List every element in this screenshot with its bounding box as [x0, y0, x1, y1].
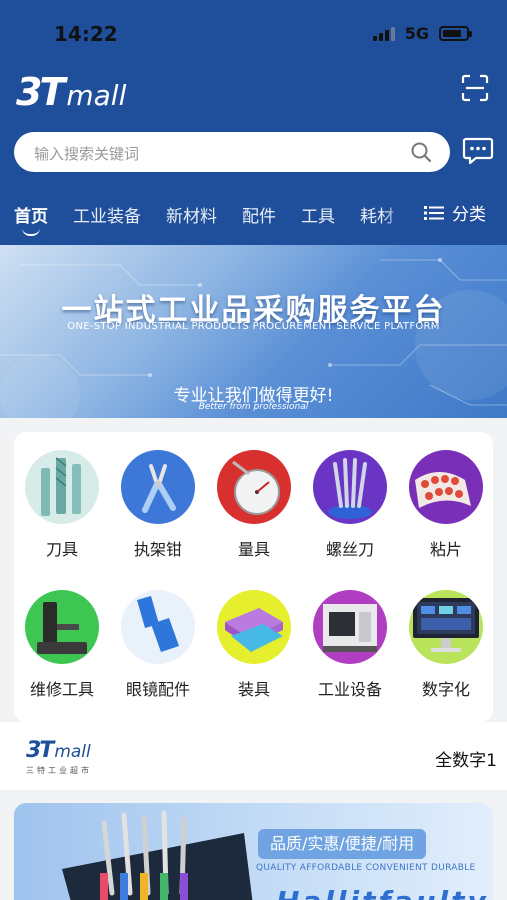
category-label: 工业设备	[317, 680, 382, 699]
category-item-screwdrivers[interactable]: 螺丝刀	[302, 450, 398, 560]
category-label: 量具	[237, 540, 270, 559]
banner-slogan-en: Better from professional	[198, 402, 309, 412]
glasses-pads-icon	[121, 590, 195, 664]
brand-strip: 3T mall 三特工业超市 全数字1	[0, 722, 507, 790]
tab-tools[interactable]: 工具	[301, 202, 335, 227]
tab-accessories[interactable]: 配件	[242, 202, 276, 227]
tray-icon	[217, 590, 291, 664]
category-label: 执架钳	[133, 540, 182, 559]
app-header: 14:22 5G 3T mall 输入搜索关键词 首页 工业装备 新材料 配件 …	[0, 0, 507, 245]
sticker-roll-icon	[409, 450, 483, 524]
brand-logo-cn: 三特工业超市	[26, 766, 92, 775]
category-label: 螺丝刀	[325, 540, 374, 559]
logo-main-text: 3T	[16, 70, 65, 114]
brand-logo[interactable]: 3T mall 三特工业超市	[26, 738, 92, 776]
message-icon[interactable]	[462, 136, 494, 166]
promo-headline: Hallitfaulty	[276, 885, 489, 900]
category-nav: 首页 工业装备 新材料 配件 工具 耗材 分类	[0, 192, 507, 242]
brand-logo-sub: mall	[54, 742, 91, 762]
app-logo: 3T mall	[16, 70, 126, 114]
digital-tab[interactable]: 全数字1	[435, 746, 497, 771]
tab-home[interactable]: 首页	[14, 202, 48, 227]
battery-level	[443, 30, 461, 37]
category-item-measuring-tools[interactable]: 量具	[206, 450, 302, 560]
signal-icon	[372, 26, 395, 41]
screwdriver-set-icon	[313, 450, 387, 524]
tool-set-image	[62, 810, 253, 900]
pliers-icon	[121, 450, 195, 524]
promo-subtitle: QUALITY AFFORDABLE CONVENIENT DURABLE	[256, 863, 476, 873]
category-item-digital[interactable]: 数字化	[398, 590, 494, 700]
active-tab-indicator	[22, 228, 40, 236]
category-label: 数字化	[421, 680, 470, 699]
category-item-trays[interactable]: 装具	[206, 590, 302, 700]
hero-banner[interactable]: 一站式工业品采购服务平台 ONE-STOP INDUSTRIAL PRODUCT…	[0, 245, 507, 418]
category-label: 分类	[452, 205, 486, 225]
list-icon	[424, 205, 444, 220]
end-mill-icon	[25, 450, 99, 524]
category-item-cutting-tools[interactable]: 刀具	[14, 450, 110, 560]
status-time: 14:22	[54, 22, 118, 46]
monitor-icon	[409, 590, 483, 664]
brand-logo-main: 3T	[26, 738, 54, 763]
search-icon[interactable]	[410, 141, 432, 163]
category-label: 维修工具	[29, 680, 94, 699]
category-item-pliers[interactable]: 执架钳	[110, 450, 206, 560]
promo-banner[interactable]: 品质/实惠/便捷/耐用 QUALITY AFFORDABLE CONVENIEN…	[14, 803, 493, 900]
status-indicators: 5G	[372, 24, 472, 43]
tab-industrial-equipment[interactable]: 工业装备	[73, 202, 141, 227]
category-label: 装具	[237, 680, 270, 699]
category-item-industrial-equipment[interactable]: 工业设备	[302, 590, 398, 700]
network-type: 5G	[404, 24, 429, 43]
banner-subtitle: ONE-STOP INDUSTRIAL PRODUCTS PROCUREMENT…	[67, 321, 440, 332]
category-item-repair-tools[interactable]: 维修工具	[14, 590, 110, 700]
tab-new-materials[interactable]: 新材料	[166, 202, 217, 227]
cnc-machine-icon	[313, 590, 387, 664]
nav-tabs: 首页 工业装备 新材料 配件 工具 耗材	[14, 202, 410, 236]
nav-fade	[382, 192, 418, 242]
category-card: 刀具 执架钳 量具 螺丝刀 粘片 维修工具 眼镜配件 装具 工业设备 数字化	[14, 432, 493, 722]
dial-gauge-icon	[217, 450, 291, 524]
category-label: 眼镜配件	[125, 680, 190, 699]
search-input[interactable]: 输入搜索关键词	[14, 132, 450, 172]
logo-sub-text: mall	[66, 79, 127, 112]
category-item-glasses-accessories[interactable]: 眼镜配件	[110, 590, 206, 700]
search-placeholder: 输入搜索关键词	[34, 145, 140, 163]
search-row: 输入搜索关键词	[0, 130, 507, 174]
category-item-stickers[interactable]: 粘片	[398, 450, 494, 560]
logo-row: 3T mall	[0, 62, 507, 122]
category-button[interactable]: 分类	[424, 200, 486, 225]
scan-icon[interactable]	[461, 74, 489, 102]
category-label: 刀具	[45, 540, 78, 559]
battery-icon	[439, 26, 472, 41]
repair-stand-icon	[25, 590, 99, 664]
category-grid: 刀具 执架钳 量具 螺丝刀 粘片 维修工具 眼镜配件 装具 工业设备 数字化	[14, 450, 493, 700]
status-bar: 14:22 5G	[0, 0, 507, 62]
category-label: 粘片	[429, 540, 462, 559]
promo-pill: 品质/实惠/便捷/耐用	[258, 829, 427, 859]
